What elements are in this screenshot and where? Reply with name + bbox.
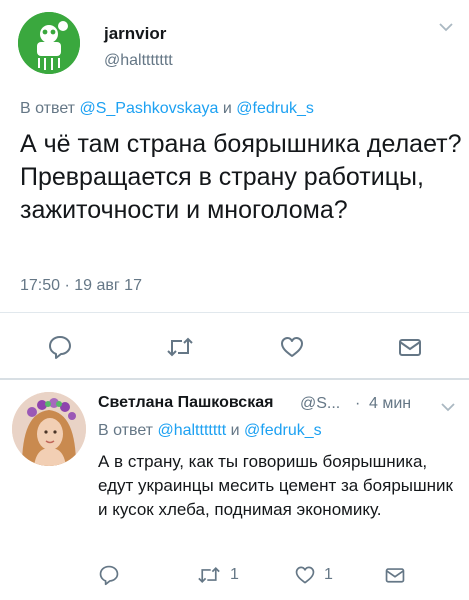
reply-and: и xyxy=(218,100,237,117)
retweet-icon xyxy=(167,337,193,357)
author-handle[interactable]: @S... xyxy=(300,395,340,413)
tweet-text: А чё там страна боярышника делает? Превр… xyxy=(20,130,462,224)
avatar[interactable] xyxy=(12,392,86,466)
like-button[interactable] xyxy=(272,325,312,369)
author-name[interactable]: Светлана Пашковская xyxy=(98,394,273,412)
reply-user-link[interactable]: @fedruk_s xyxy=(236,100,314,117)
retweet-button[interactable] xyxy=(160,325,200,369)
reply-icon xyxy=(49,336,71,359)
reply-prefix: В ответ xyxy=(20,100,80,117)
like-count: 1 xyxy=(324,566,333,583)
main-tweet: jarnvior @halttttttt В ответ @S_Pashkovs… xyxy=(0,0,469,378)
tweet-timestamp[interactable]: 17:50 · 19 авг 17 xyxy=(20,277,142,295)
tweet-actions xyxy=(0,325,469,369)
reply-user-link[interactable]: @fedruk_s xyxy=(244,422,322,439)
separator-dot: · xyxy=(355,395,361,412)
like-button[interactable]: 1 xyxy=(294,560,333,590)
avatar-image xyxy=(12,392,86,466)
divider xyxy=(0,312,469,313)
reply-to-line: В ответ @halttttttt и @fedruk_s xyxy=(98,422,322,440)
reply-user-link[interactable]: @halttttttt xyxy=(157,422,226,439)
tweet-time[interactable]: 4 мин xyxy=(369,395,411,413)
reply-button[interactable] xyxy=(98,560,120,590)
message-icon xyxy=(385,568,405,583)
reply-and: и xyxy=(226,422,244,439)
tweet-actions: 1 1 xyxy=(0,560,469,590)
caret-down-icon[interactable] xyxy=(441,402,455,412)
message-icon xyxy=(399,339,421,356)
author-handle[interactable]: @halttttttt xyxy=(104,52,173,70)
reply-button[interactable] xyxy=(40,325,80,369)
tweet-text: А в страну, как ты говоришь боярышника, … xyxy=(98,452,453,519)
reply-prefix: В ответ xyxy=(98,422,158,439)
reply-user-link[interactable]: @S_Pashkovskaya xyxy=(79,100,218,117)
message-button[interactable] xyxy=(390,325,430,369)
caret-down-icon[interactable] xyxy=(439,22,453,32)
retweet-count: 1 xyxy=(230,566,239,583)
reply-to-line: В ответ @S_Pashkovskaya и @fedruk_s xyxy=(20,100,314,118)
reply-icon xyxy=(99,565,119,586)
reply-tweet: Светлана Пашковская @S... · 4 мин В отве… xyxy=(0,380,469,600)
like-icon xyxy=(281,337,303,357)
avatar-image xyxy=(18,12,80,74)
author-name[interactable]: jarnvior xyxy=(104,24,166,44)
retweet-button[interactable]: 1 xyxy=(196,560,239,590)
retweet-icon xyxy=(198,567,220,583)
like-icon xyxy=(295,566,315,584)
avatar[interactable] xyxy=(18,12,80,74)
message-button[interactable] xyxy=(384,560,406,590)
